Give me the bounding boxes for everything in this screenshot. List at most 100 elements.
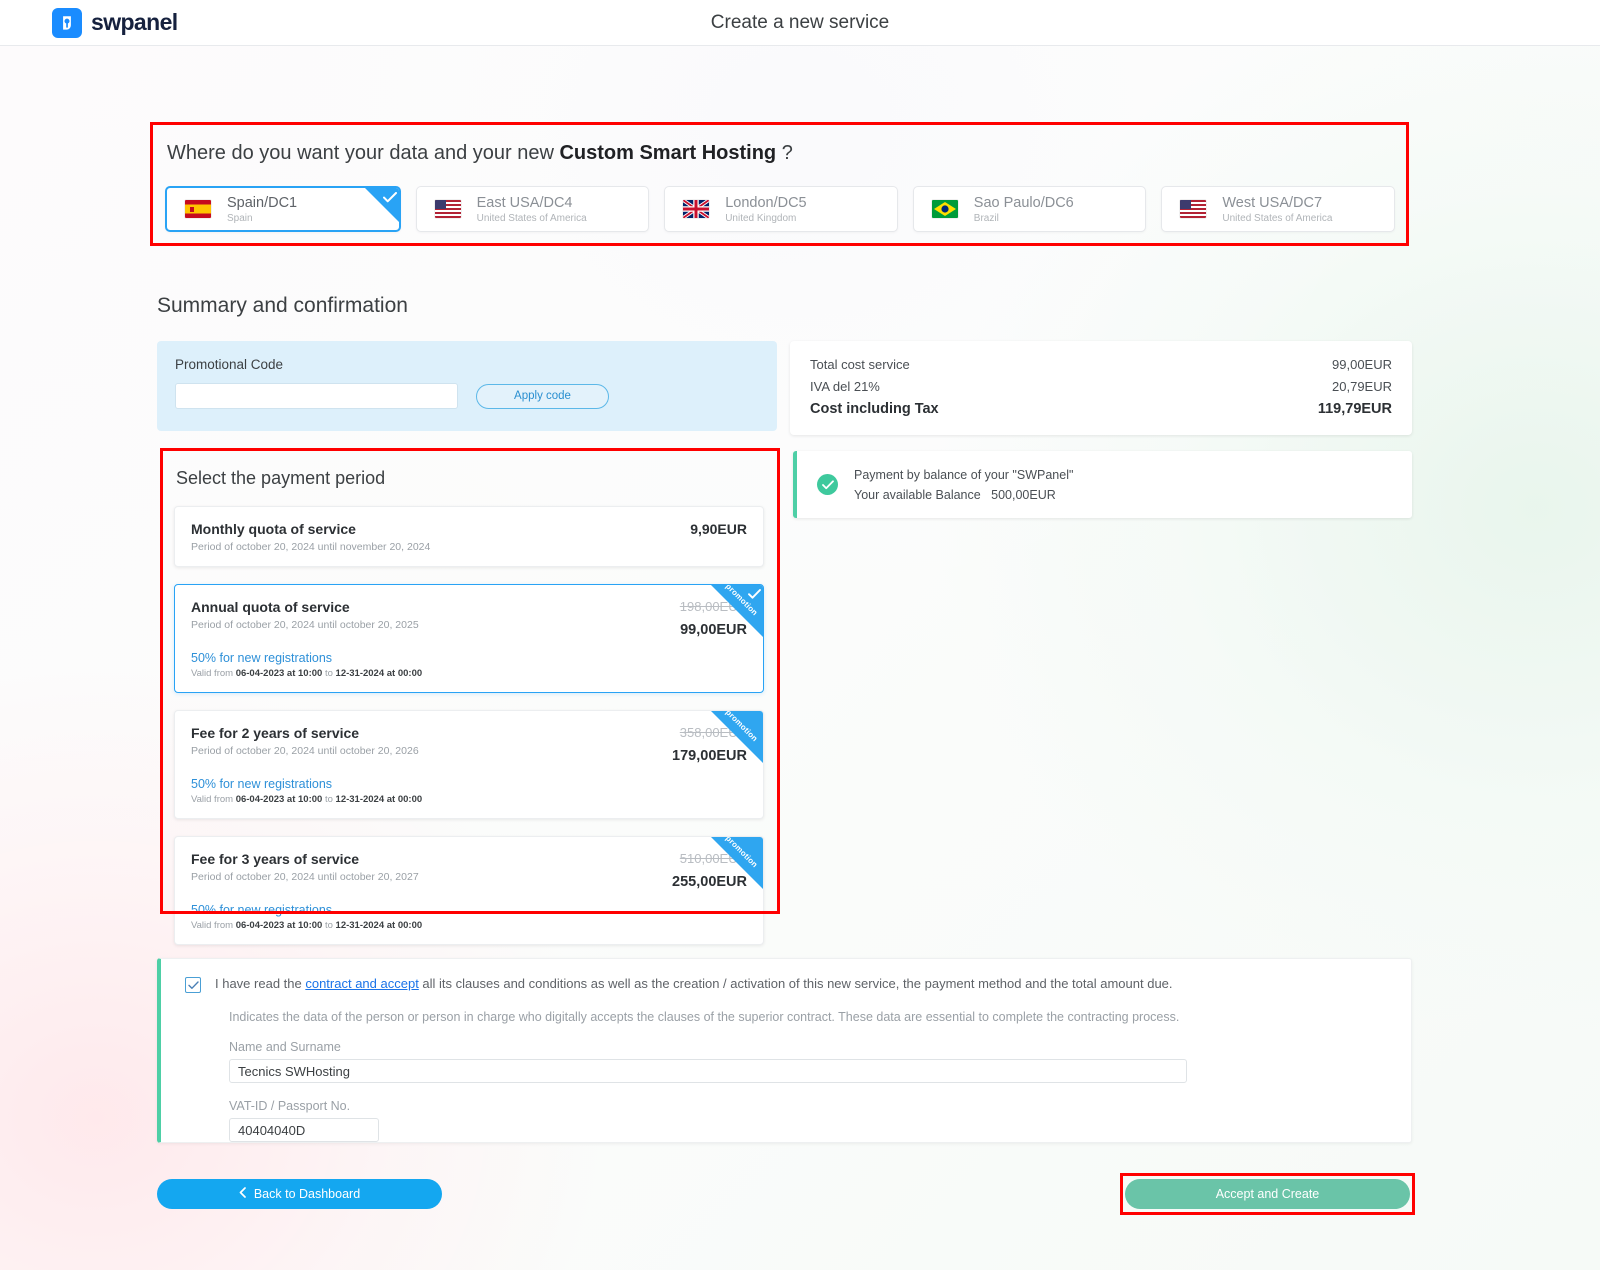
validity-from: 06-04-2023 at 10:00	[235, 668, 323, 679]
cost-row-value: 99,00EUR	[1332, 357, 1392, 372]
datacenter-option-east-usa-dc4[interactable]: East USA/DC4 United States of America	[415, 186, 650, 232]
cost-row-value: 20,79EUR	[1332, 379, 1392, 394]
period-option-top: Fee for 2 years of service Period of oct…	[191, 725, 747, 764]
period-option-price: 99,00EUR	[680, 622, 747, 638]
payment-balance-card: Payment by balance of your "SWPanel" You…	[793, 451, 1412, 518]
page-title: Create a new service	[710, 11, 890, 33]
period-option-monthly[interactable]: Monthly quota of service Period of octob…	[174, 506, 764, 567]
cost-summary-card: Total cost service 99,00EUR IVA del 21% …	[790, 341, 1412, 435]
contract-acceptance-panel: I have read the contract and accept all …	[157, 958, 1412, 1143]
brand-name: swpanel	[91, 9, 178, 35]
period-option-subtitle: Period of october 20, 2024 until october…	[191, 871, 419, 883]
accept-and-create-button[interactable]: Accept and Create	[1125, 1179, 1410, 1209]
validity-to: 12-31-2024 at 00:00	[335, 920, 423, 931]
flag-spain-icon	[185, 200, 211, 218]
datacenter-option-name: Sao Paulo/DC6	[973, 195, 1074, 211]
validity-to: 12-31-2024 at 00:00	[335, 794, 423, 805]
validity-to: 12-31-2024 at 00:00	[335, 668, 423, 679]
datacenter-section: Where do you want your data and your new…	[153, 122, 1407, 246]
name-field-label: Name and Surname	[229, 1040, 341, 1054]
datacenter-list: Spain/DC1 Spain East USA/DC4 United Stat…	[161, 186, 1399, 232]
validity-prefix: Valid from	[191, 920, 236, 931]
validity-prefix: Valid from	[191, 668, 236, 679]
validity-from: 06-04-2023 at 10:00	[235, 920, 323, 931]
vat-field-label: VAT-ID / Passport No.	[229, 1099, 351, 1113]
payment-balance-label: Your available Balance	[854, 487, 981, 502]
contract-text-after: all its clauses and conditions as well a…	[418, 976, 1173, 991]
chevron-left-icon	[239, 1187, 246, 1201]
datacenter-option-country: Spain	[227, 213, 253, 224]
period-option-price: 9,90EUR	[690, 521, 747, 537]
period-option-title: Fee for 3 years of service	[191, 851, 360, 867]
period-option-promo-title: 50% for new registrations	[191, 651, 333, 665]
datacenter-question-prefix: Where do you want your data and your new	[167, 142, 560, 164]
period-option-old-price: 198,00EUR	[679, 599, 747, 614]
datacenter-option-name: London/DC5	[725, 195, 807, 211]
datacenter-option-west-usa-dc7[interactable]: West USA/DC7 United States of America	[1161, 186, 1395, 232]
back-to-dashboard-button[interactable]: Back to Dashboard	[157, 1179, 442, 1209]
period-option-title: Fee for 2 years of service	[191, 725, 360, 741]
promotional-code-label: Promotional Code	[175, 357, 284, 372]
promotional-code-row: Apply code	[175, 383, 759, 409]
promotional-code-panel: Promotional Code Apply code	[157, 341, 777, 431]
datacenter-option-sao-paulo-dc6[interactable]: Sao Paulo/DC6 Brazil	[912, 186, 1147, 232]
period-option-prices: 9,90EUR	[690, 521, 747, 553]
payment-balance-method: Payment by balance of your "SWPanel"	[854, 467, 1074, 482]
datacenter-option-country: United States of America	[476, 213, 587, 224]
datacenter-option-text: Sao Paulo/DC6 Brazil	[974, 194, 1074, 224]
datacenter-option-country: United Kingdom	[725, 213, 797, 224]
checkmark-icon	[187, 980, 199, 989]
datacenter-option-london-dc5[interactable]: London/DC5 United Kingdom	[664, 186, 898, 232]
contract-text-before: I have read the	[215, 976, 306, 991]
period-option-title: Monthly quota of service	[191, 521, 356, 537]
promotional-code-input[interactable]	[175, 383, 458, 409]
datacenter-option-country: United States of America	[1222, 213, 1333, 224]
datacenter-option-spain-dc1[interactable]: Spain/DC1 Spain	[165, 186, 401, 232]
contract-acceptance-text: I have read the contract and accept all …	[215, 976, 1173, 992]
page-canvas: Where do you want your data and your new…	[0, 46, 1600, 1270]
period-option-info: Fee for 3 years of service Period of oct…	[191, 851, 419, 890]
period-option-promo-validity: Valid from 06-04-2023 at 10:00 to 12-31-…	[191, 668, 747, 679]
vat-id-passport-input[interactable]	[229, 1118, 379, 1142]
payment-balance-text: Payment by balance of your "SWPanel" You…	[854, 468, 1073, 502]
period-option-3-years[interactable]: promotion Fee for 3 years of service Per…	[174, 836, 764, 945]
period-option-promo-title: 50% for new registrations	[191, 777, 333, 791]
period-option-promo-validity: Valid from 06-04-2023 at 10:00 to 12-31-…	[191, 794, 747, 805]
datacenter-option-text: London/DC5 United Kingdom	[725, 194, 806, 224]
flag-brazil-icon	[931, 200, 958, 218]
period-option-info: Fee for 2 years of service Period of oct…	[191, 725, 419, 764]
cost-row-label: IVA del 21%	[810, 379, 880, 394]
cost-row-iva: IVA del 21% 20,79EUR	[810, 379, 1392, 394]
flag-usa-icon	[1180, 200, 1207, 218]
apply-code-button[interactable]: Apply code	[476, 383, 609, 409]
contract-link[interactable]: contract and accept	[305, 976, 418, 991]
period-option-old-price: 510,00EUR	[679, 851, 747, 866]
validity-mid: to	[322, 920, 336, 931]
payment-period-title: Select the payment period	[176, 468, 386, 488]
period-option-2-years[interactable]: promotion Fee for 2 years of service Per…	[174, 710, 764, 819]
payment-balance-value: 500,00EUR	[991, 487, 1056, 502]
contract-acceptance-row: I have read the contract and accept all …	[185, 976, 1387, 993]
cost-row-including-tax: Cost including Tax 119,79EUR	[810, 401, 1392, 417]
contract-note: Indicates the data of the person or pers…	[229, 1010, 1180, 1024]
period-option-old-price: 358,00EUR	[679, 725, 747, 740]
period-option-price: 179,00EUR	[672, 748, 747, 764]
name-and-surname-input[interactable]	[229, 1059, 1187, 1083]
datacenter-question: Where do you want your data and your new…	[167, 142, 1399, 165]
datacenter-option-name: West USA/DC7	[1222, 195, 1323, 211]
period-option-annual[interactable]: promotion Annual quota of service Period…	[174, 584, 764, 693]
validity-from: 06-04-2023 at 10:00	[235, 794, 323, 805]
payment-balance-amount-row: Your available Balance 500,00EUR	[854, 488, 1073, 502]
contract-accept-checkbox[interactable]	[185, 977, 201, 993]
datacenter-question-bold: Custom Smart Hosting	[559, 142, 777, 164]
datacenter-option-text: West USA/DC7 United States of America	[1222, 194, 1332, 224]
check-icon	[748, 586, 761, 604]
datacenter-option-name: East USA/DC4	[476, 195, 573, 211]
period-option-title: Annual quota of service	[191, 599, 350, 615]
selected-corner-badge	[364, 188, 399, 222]
check-circle-icon	[817, 474, 838, 495]
validity-prefix: Valid from	[191, 794, 236, 805]
period-option-prices: 358,00EUR 179,00EUR	[672, 725, 747, 764]
datacenter-option-country: Brazil	[973, 213, 999, 224]
cost-total-value: 119,79EUR	[1317, 401, 1392, 417]
